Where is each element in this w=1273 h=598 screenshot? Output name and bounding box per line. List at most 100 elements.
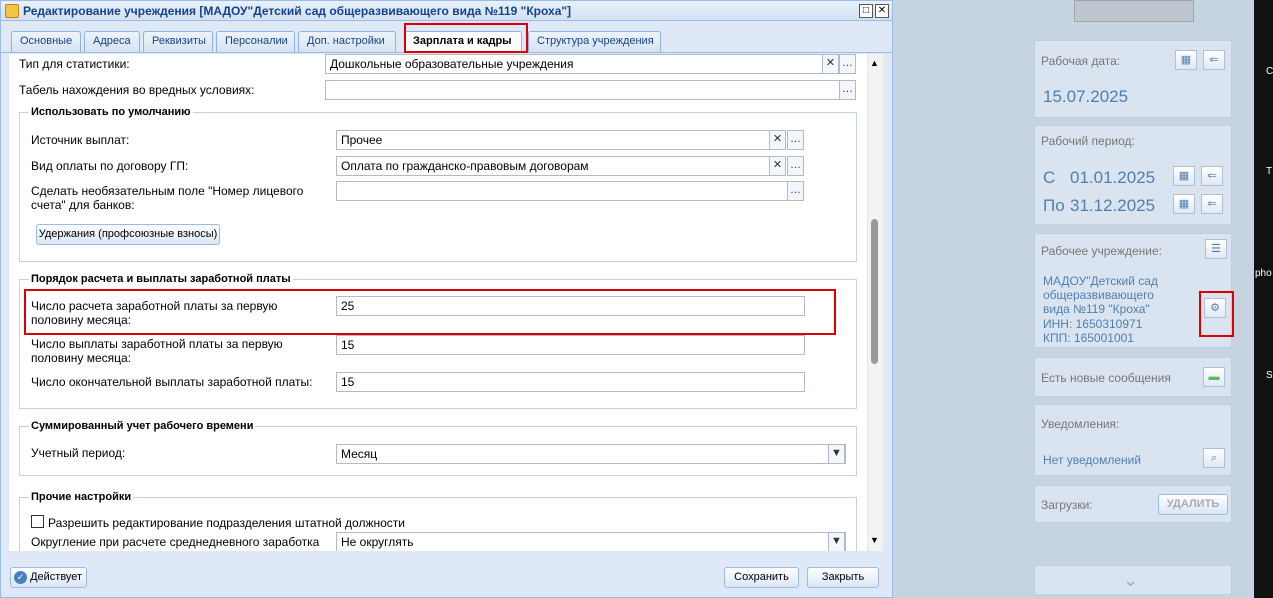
period-to-value[interactable]: 31.12.2025 [1070, 196, 1155, 216]
tabel-label: Табель нахождения во вредных условиях: [19, 83, 255, 97]
allow-edit-checkbox[interactable] [31, 515, 44, 528]
calendar-icon[interactable]: ▦ [1173, 194, 1195, 214]
period-label: Учетный период: [31, 446, 126, 460]
scroll-thumb[interactable] [871, 219, 878, 364]
ellipsis-icon[interactable]: … [787, 156, 804, 176]
edge-text: Т [1266, 166, 1273, 177]
period-from-prefix: С [1043, 168, 1056, 187]
check-icon: ✓ [14, 570, 27, 584]
tab-bar: Основные Адреса Реквизиты Персоналии Доп… [1, 21, 892, 53]
work-period-block: Рабочий период: С 01.01.2025 ▦ ⇐ По 31.1… [1034, 125, 1232, 225]
scroll-up-icon[interactable]: ▲ [870, 58, 879, 68]
highlight-gear [1199, 291, 1234, 337]
edge-text: pho [1255, 268, 1272, 279]
period-select[interactable]: Месяц [336, 444, 846, 464]
tab-requisites[interactable]: Реквизиты [143, 31, 213, 52]
vertical-scrollbar[interactable]: ▲ ▼ [868, 54, 883, 551]
deductions-button[interactable]: Удержания (профсоюзные взносы) [36, 224, 220, 245]
highlight-calc-field [24, 289, 836, 335]
dialog-title: Редактирование учреждения [МАДОУ"Детский… [23, 4, 572, 18]
avatar [1074, 0, 1194, 22]
work-date-label: Рабочая дата: [1041, 54, 1121, 68]
side-panel: Рабочая дата: ▦ ⇐ 15.07.2025 Рабочий пер… [1034, 0, 1234, 598]
notifications-block: Уведомления: Нет уведомлений ⌕ [1034, 404, 1232, 476]
dialog-titlebar[interactable]: Редактирование учреждения [МАДОУ"Детский… [1, 1, 892, 21]
rounding-label: Округление при расчете среднедневного за… [31, 535, 320, 549]
ellipsis-icon[interactable]: … [839, 54, 856, 74]
delete-button[interactable]: УДАЛИТЬ [1158, 494, 1228, 515]
rounding-select[interactable]: Не округлять [336, 532, 846, 551]
tab-addresses[interactable]: Адреса [84, 31, 140, 52]
apply-date-icon[interactable]: ⇐ [1203, 50, 1225, 70]
summed-title: Суммированный учет рабочего времени [29, 420, 256, 432]
chevron-down-icon[interactable]: ▼ [828, 444, 845, 464]
org-name[interactable]: МАДОУ"Детский сад общеразвивающего вида … [1043, 274, 1183, 316]
chevron-down-icon[interactable]: ▼ [828, 532, 845, 551]
ellipsis-icon[interactable]: … [787, 181, 804, 201]
final-pay-label: Число окончательной выплаты заработной п… [31, 375, 313, 389]
defaults-title: Использовать по умолчанию [29, 106, 193, 118]
tab-structure[interactable]: Структура учреждения [528, 31, 661, 52]
work-period-label: Рабочий период: [1041, 134, 1135, 148]
clear-icon[interactable]: ✕ [769, 156, 786, 176]
tab-extra-settings[interactable]: Доп. настройки [298, 31, 396, 52]
messages-label[interactable]: Есть новые сообщения [1041, 371, 1171, 385]
org-kpp: КПП: 165001001 [1043, 331, 1134, 345]
clear-icon[interactable]: ✕ [769, 130, 786, 150]
calendar-icon[interactable]: ▦ [1173, 166, 1195, 186]
scroll-down-icon[interactable]: ▼ [870, 535, 879, 545]
edit-icon [5, 4, 19, 18]
ellipsis-icon[interactable]: … [787, 130, 804, 150]
close-icon[interactable]: ✕ [875, 4, 889, 18]
save-button[interactable]: Сохранить [724, 567, 799, 588]
search-icon[interactable]: ⌕ [1203, 448, 1225, 468]
tab-main[interactable]: Основные [11, 31, 81, 52]
tabel-field[interactable] [325, 80, 840, 100]
ellipsis-icon[interactable]: … [839, 80, 856, 100]
calendar-icon[interactable]: ▦ [1175, 50, 1197, 70]
work-date-value[interactable]: 15.07.2025 [1043, 87, 1128, 107]
org-block: Рабочее учреждение: ☰ МАДОУ"Детский сад … [1034, 233, 1234, 348]
status-button[interactable]: ✓ Действует [10, 567, 87, 588]
account-field[interactable] [336, 181, 788, 201]
chevron-down-icon[interactable]: ⌄ [1123, 570, 1138, 591]
org-inn: ИНН: 1650310971 [1043, 317, 1143, 331]
edit-institution-dialog: Редактирование учреждения [МАДОУ"Детский… [0, 0, 893, 598]
apply-date-icon[interactable]: ⇐ [1201, 166, 1223, 186]
clear-icon[interactable]: ✕ [822, 54, 839, 74]
pay-first-field[interactable]: 15 [336, 335, 805, 355]
source-field[interactable]: Прочее [336, 130, 770, 150]
stat-type-label: Тип для статистики: [19, 57, 130, 71]
account-label: Сделать необязательным поле "Номер лицев… [31, 184, 304, 212]
edge-text: С [1266, 66, 1273, 77]
downloads-label: Загрузки: [1041, 498, 1093, 512]
allow-edit-label: Разрешить редактирование подразделения ш… [48, 516, 405, 530]
pay-first-label: Число выплаты заработной платы за первую… [31, 337, 283, 365]
final-pay-field[interactable]: 15 [336, 372, 805, 392]
other-title: Прочие настройки [29, 491, 134, 503]
salary-title: Порядок расчета и выплаты заработной пла… [29, 273, 293, 285]
edge-text: S [1266, 370, 1273, 381]
work-date-block: Рабочая дата: ▦ ⇐ 15.07.2025 [1034, 40, 1232, 118]
tab-persons[interactable]: Персоналии [216, 31, 295, 52]
notifications-value: Нет уведомлений [1043, 453, 1142, 467]
message-icon[interactable]: ▬ [1203, 367, 1225, 387]
apply-date-icon[interactable]: ⇐ [1201, 194, 1223, 214]
period-from-value[interactable]: 01.01.2025 [1070, 168, 1155, 188]
period-to-prefix: По [1043, 196, 1065, 215]
dialog-footer: ✓ Действует Сохранить Закрыть [1, 561, 892, 597]
notifications-label: Уведомления: [1041, 417, 1120, 431]
desktop-edge: С Т pho S [1254, 0, 1273, 598]
messages-block: Есть новые сообщения ▬ [1034, 357, 1232, 397]
downloads-block: Загрузки: УДАЛИТЬ [1034, 485, 1232, 523]
collapse-block[interactable]: ⌄ [1034, 565, 1232, 595]
gp-field[interactable]: Оплата по гражданско-правовым договорам [336, 156, 770, 176]
status-label: Действует [30, 571, 83, 583]
stat-type-field[interactable]: Дошкольные образовательные учреждения [325, 54, 823, 74]
close-button[interactable]: Закрыть [807, 567, 879, 588]
highlight-tab [404, 23, 528, 53]
maximize-icon[interactable]: □ [859, 4, 873, 18]
org-label: Рабочее учреждение: [1041, 244, 1163, 258]
form-content: Тип для статистики: Дошкольные образоват… [9, 54, 867, 551]
list-icon[interactable]: ☰ [1205, 239, 1227, 259]
